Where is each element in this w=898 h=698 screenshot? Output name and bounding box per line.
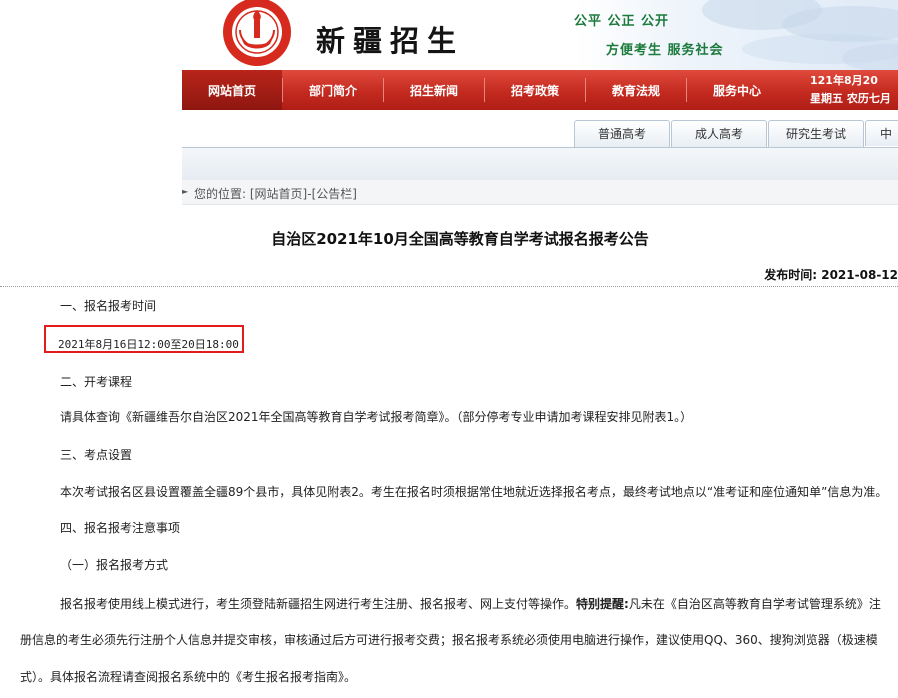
breadcrumb-label: 您的位置: bbox=[194, 187, 247, 201]
nav-item-home[interactable]: 网站首页 bbox=[182, 70, 282, 110]
slogan-service: 方便考生 服务社会 bbox=[606, 43, 724, 58]
registration-time-value: 2021年8月16日12:00至20日18:00 bbox=[58, 338, 239, 351]
section-heading-notes: 四、报名报考注意事项 bbox=[60, 521, 181, 535]
special-reminder-label: 特别提醒: bbox=[576, 597, 629, 611]
slogan-fairness: 公平 公正 公开 bbox=[574, 14, 670, 29]
breadcrumb: ► 您的位置: [网站首页]-[公告栏] bbox=[182, 180, 898, 205]
subsection-heading-method: （一）报名报考方式 bbox=[60, 558, 169, 572]
courses-paragraph: 请具体查询《新疆维吾尔自治区2021年全国高等教育自学考试报考简章》。（部分停考… bbox=[60, 410, 693, 424]
main-nav: 网站首页 部门简介 招生新闻 招考政策 教育法规 服务中心 121年8月20 星… bbox=[182, 70, 898, 110]
breadcrumb-arrow-icon: ► bbox=[182, 187, 189, 196]
article-title: 自治区2021年10月全国高等教育自学考试报名报考公告 bbox=[271, 230, 649, 248]
method-text-continued: 凡未在《自治区高等教育自学考试管理系统》注 bbox=[628, 597, 881, 611]
nav-item-policy[interactable]: 招考政策 bbox=[485, 70, 585, 110]
site-title: 新疆招生 bbox=[316, 24, 465, 58]
nav-item-news[interactable]: 招生新闻 bbox=[384, 70, 484, 110]
method-text: 报名报考使用线上模式进行，考生须登陆新疆招生网进行考生注册、报名报考、网上支付等… bbox=[60, 597, 577, 611]
nav-date: 121年8月20 星期五 农历七月 bbox=[810, 72, 891, 108]
exam-sites-paragraph: 本次考试报名区县设置覆盖全疆89个县市，具体见附表2。考生在报名时须根据常住地就… bbox=[60, 485, 888, 499]
nav-item-law[interactable]: 教育法规 bbox=[586, 70, 686, 110]
title-divider bbox=[0, 286, 898, 287]
tab-gaokao[interactable]: 普通高考 bbox=[574, 120, 670, 147]
publish-label: 发布时间: bbox=[764, 268, 818, 282]
logo-emblem-icon bbox=[223, 0, 291, 66]
tab-more[interactable]: 中 bbox=[865, 120, 898, 146]
tab-graduate-exam[interactable]: 研究生考试 bbox=[768, 120, 864, 147]
tab-adult-exam[interactable]: 成人高考 bbox=[671, 120, 767, 147]
section-heading-exam-sites: 三、考点设置 bbox=[60, 448, 133, 462]
section-heading-registration-time: 一、报名报考时间 bbox=[60, 299, 157, 313]
nav-item-department[interactable]: 部门简介 bbox=[283, 70, 383, 110]
publish-time: 发布时间: 2021-08-12 bbox=[764, 266, 898, 283]
method-paragraph-line2: 册信息的考生必须先行注册个人信息并提交审核，审核通过后方可进行报考交费；报名报考… bbox=[20, 633, 878, 647]
category-tab-bar: 普通高考 成人高考 研究生考试 中 bbox=[182, 110, 898, 148]
nav-lunar-line: 星期五 农历七月 bbox=[810, 92, 891, 105]
site-logo[interactable] bbox=[220, 0, 294, 70]
section-heading-courses: 二、开考课程 bbox=[60, 375, 133, 389]
sub-nav-bar bbox=[182, 147, 898, 181]
method-paragraph-line3: 式）。具体报名流程请查阅报名系统中的《考生报名报考指南》。 bbox=[20, 670, 357, 684]
site-header: 新疆招生 公平 公正 公开 方便考生 服务社会 bbox=[182, 0, 898, 70]
nav-date-line: 121年8月20 bbox=[810, 74, 878, 87]
publish-date: 2021-08-12 bbox=[821, 268, 898, 282]
breadcrumb-path-link[interactable]: [网站首页]-[公告栏] bbox=[250, 187, 357, 201]
nav-item-service[interactable]: 服务中心 bbox=[687, 70, 787, 110]
method-paragraph-line1: 报名报考使用线上模式进行，考生须登陆新疆招生网进行考生注册、报名报考、网上支付等… bbox=[60, 595, 881, 612]
